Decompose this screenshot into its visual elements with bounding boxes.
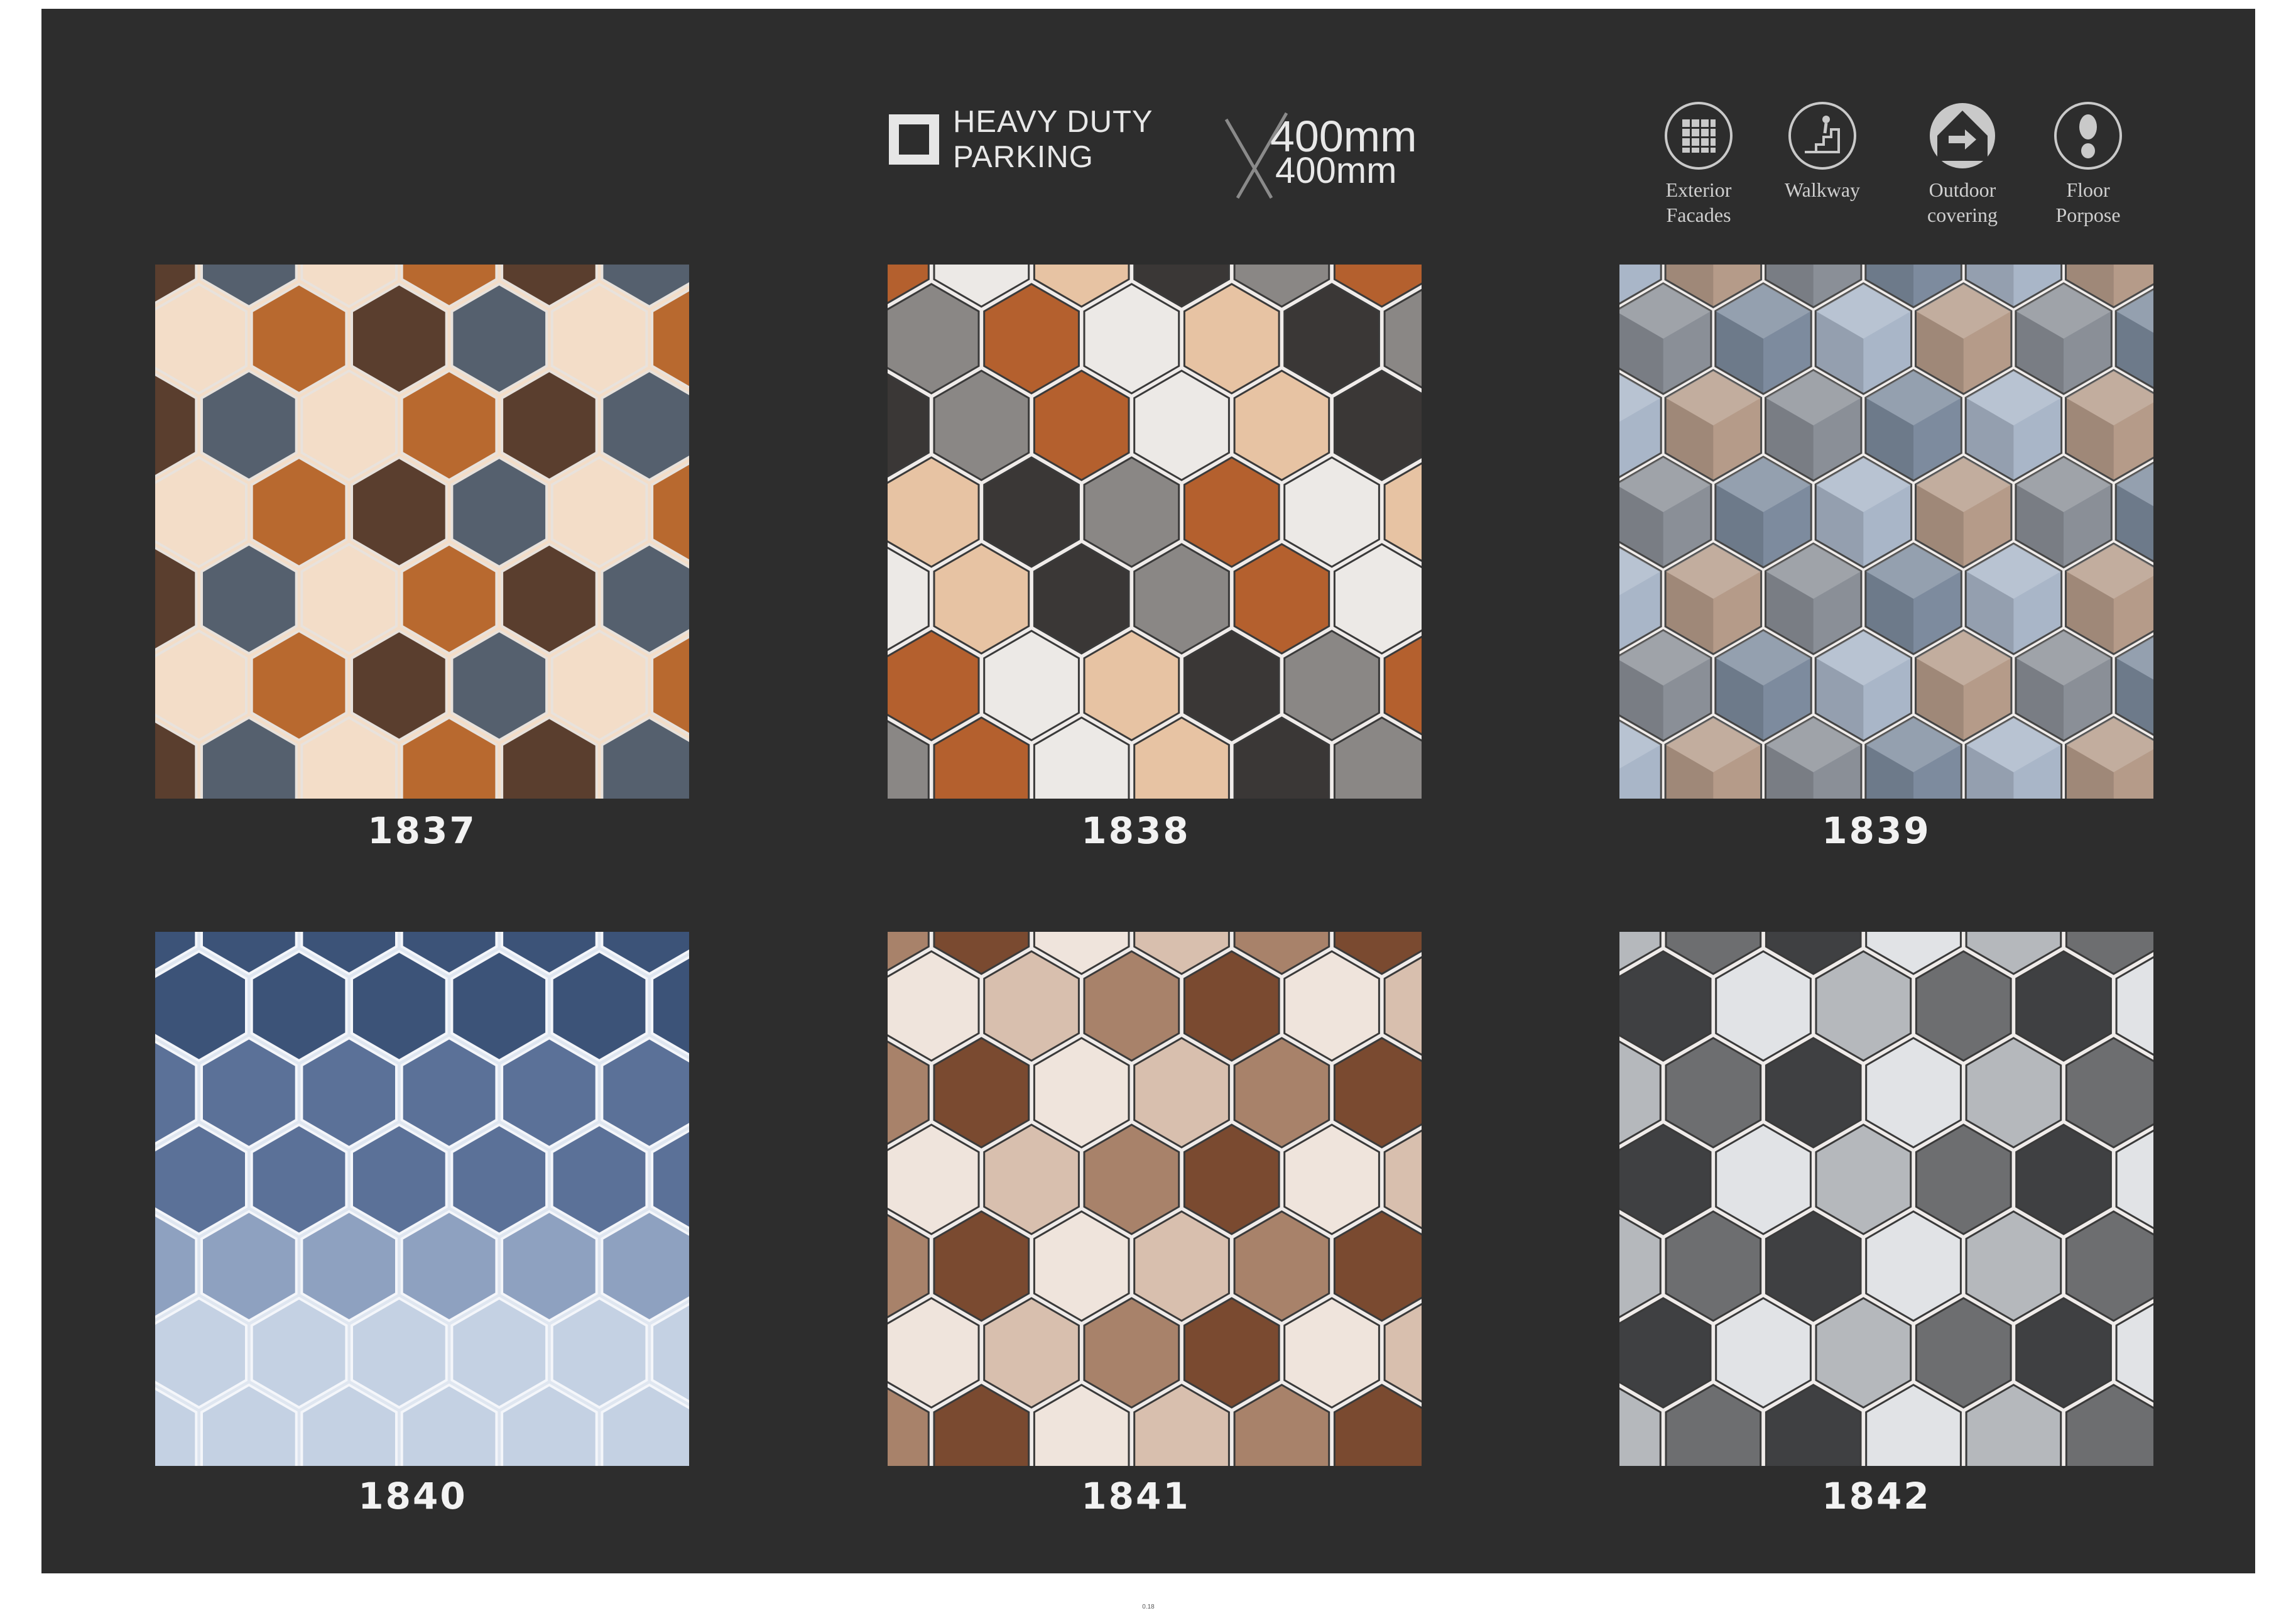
hexagon-tile-pattern <box>888 932 1422 1466</box>
grid-icon <box>1665 102 1733 170</box>
footprint-icon <box>2054 102 2122 170</box>
tile-image-1838[interactable] <box>888 265 1422 799</box>
usage-floor-purpose: Floor Porpose <box>2019 101 2157 227</box>
stairs-icon <box>1788 102 1856 170</box>
hexagon-tile-pattern <box>155 265 689 799</box>
usage-label: Exterior Facades <box>1665 178 1732 226</box>
tile-image-1840[interactable] <box>155 932 689 1466</box>
hexagon-tile-pattern <box>1619 932 2153 1466</box>
usage-label: Outdoor covering <box>1927 178 1998 226</box>
tile-code: 1838 <box>1081 809 1190 852</box>
tile-code: 1842 <box>1822 1475 1931 1517</box>
usage-walkway: Walkway <box>1753 101 1891 202</box>
usage-label: Walkway <box>1784 178 1861 201</box>
page-number: 0.18 <box>1142 1604 1155 1610</box>
product-category-title: HEAVY DUTY PARKING <box>953 105 1153 174</box>
hexagon-tile-pattern <box>155 932 689 1466</box>
house-arrow-icon <box>1930 103 1995 168</box>
usage-exterior-facades: Exterior Facades <box>1630 101 1768 227</box>
tile-image-1837[interactable] <box>155 265 689 799</box>
square-badge-icon <box>889 114 939 165</box>
usage-label: Floor Porpose <box>2055 178 2121 226</box>
usage-outdoor-covering: Outdoor covering <box>1893 101 2032 227</box>
tile-image-1839[interactable] <box>1619 265 2153 799</box>
tile-image-1841[interactable] <box>888 932 1422 1466</box>
tile-image-1842[interactable] <box>1619 932 2153 1466</box>
tile-code: 1841 <box>1081 1475 1190 1517</box>
tile-code: 1840 <box>358 1475 467 1517</box>
tile-height: 400mm <box>1275 150 1397 191</box>
cube-tile-pattern <box>1619 265 2153 799</box>
tile-code: 1839 <box>1822 809 1931 852</box>
hexagon-tile-pattern <box>888 265 1422 799</box>
tile-code: 1837 <box>367 809 477 852</box>
